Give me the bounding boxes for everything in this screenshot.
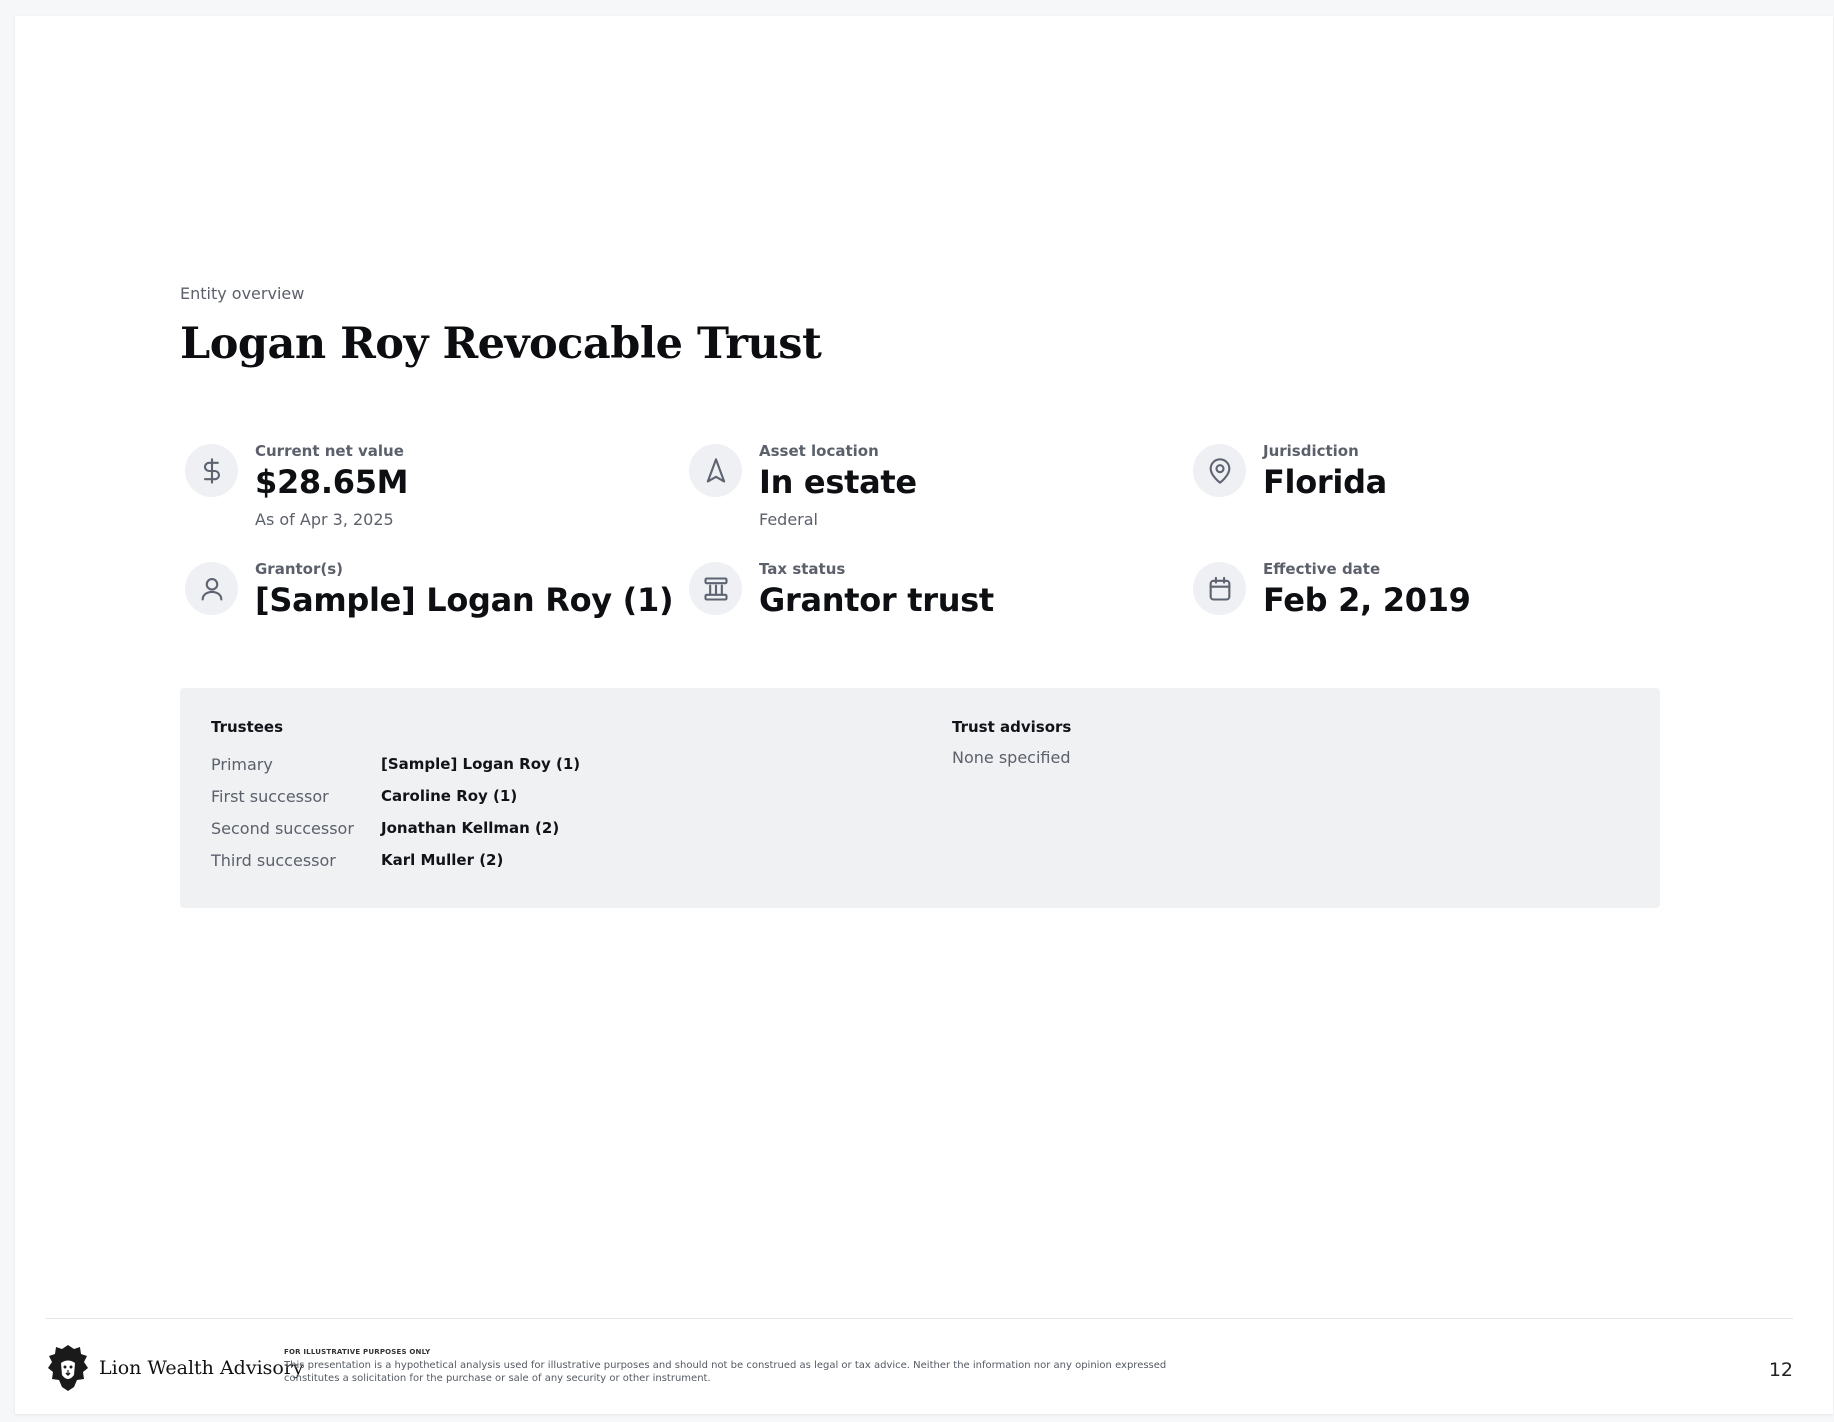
- disclaimer: FOR ILLUSTRATIVE PURPOSES ONLY This pres…: [284, 1348, 1224, 1385]
- trust-advisors-section: Trust advisors None specified: [952, 718, 1071, 767]
- stat-label: Grantor(s): [255, 560, 344, 578]
- stat-label: Jurisdiction: [1263, 442, 1359, 460]
- disclaimer-body: This presentation is a hypothetical anal…: [284, 1360, 1167, 1384]
- stat-label: Asset location: [759, 442, 879, 460]
- stat-label: Effective date: [1263, 560, 1381, 578]
- eyebrow-label: Entity overview: [180, 284, 305, 303]
- trustee-role: Primary: [211, 754, 273, 774]
- trustees-heading: Trustees: [211, 718, 284, 736]
- stat-label: Current net value: [255, 442, 404, 460]
- stat-value: In estate: [759, 463, 917, 501]
- stat-label: Tax status: [759, 560, 846, 578]
- stat-value: Feb 2, 2019: [1263, 581, 1471, 619]
- trustees-panel: Trustees Primary [Sample] Logan Roy (1) …: [180, 688, 1660, 908]
- trustee-row: Second successor Jonathan Kellman (2): [211, 812, 580, 844]
- trustee-name: [Sample] Logan Roy (1): [381, 755, 581, 773]
- trust-advisors-heading: Trust advisors: [952, 718, 1072, 736]
- dollar-icon: [185, 444, 238, 497]
- disclaimer-heading: FOR ILLUSTRATIVE PURPOSES ONLY: [284, 1348, 431, 1356]
- stat-value: [Sample] Logan Roy (1): [255, 581, 674, 619]
- stat-value: Florida: [1263, 463, 1387, 501]
- stats-grid: Current net value $28.65M As of Apr 3, 2…: [180, 442, 1690, 650]
- stat-value: $28.65M: [255, 463, 409, 501]
- slide-page: Entity overview Logan Roy Revocable Trus…: [15, 16, 1833, 1414]
- trust-advisors-value: None specified: [952, 748, 1071, 767]
- page-title: Logan Roy Revocable Trust: [180, 319, 822, 369]
- trustee-name: Karl Muller (2): [381, 851, 504, 869]
- stat-value: Grantor trust: [759, 581, 994, 619]
- stat-asset-location: Asset location In estate Federal: [684, 442, 1188, 532]
- trustee-role: First successor: [211, 786, 329, 806]
- stat-current-net-value: Current net value $28.65M As of Apr 3, 2…: [180, 442, 684, 532]
- stat-effective-date: Effective date Feb 2, 2019: [1188, 560, 1690, 650]
- map-pin-icon: [1193, 444, 1246, 497]
- bank-icon: [689, 562, 742, 615]
- page-footer: Lion Wealth Advisory FOR ILLUSTRATIVE PU…: [46, 1318, 1793, 1391]
- calendar-icon: [1193, 562, 1246, 615]
- stat-grantors: Grantor(s) [Sample] Logan Roy (1): [180, 560, 684, 650]
- brand-name: Lion Wealth Advisory: [99, 1357, 304, 1379]
- trustee-name: Caroline Roy (1): [381, 787, 518, 805]
- stat-subtext: Federal: [759, 510, 818, 529]
- stat-jurisdiction: Jurisdiction Florida: [1188, 442, 1690, 532]
- page-number: 12: [1768, 1359, 1793, 1381]
- trustee-name: Jonathan Kellman (2): [381, 819, 560, 837]
- trustee-role: Second successor: [211, 818, 354, 838]
- trustee-row: Third successor Karl Muller (2): [211, 844, 580, 876]
- user-icon: [185, 562, 238, 615]
- stat-tax-status: Tax status Grantor trust: [684, 560, 1188, 650]
- trustee-row: Primary [Sample] Logan Roy (1): [211, 748, 580, 780]
- trustee-role: Third successor: [211, 850, 336, 870]
- stat-subtext: As of Apr 3, 2025: [255, 510, 394, 529]
- lion-logo-icon: [48, 1345, 88, 1391]
- trustees-section: Trustees Primary [Sample] Logan Roy (1) …: [211, 718, 580, 876]
- entity-overview: Entity overview Logan Roy Revocable Trus…: [180, 284, 1660, 908]
- brand: Lion Wealth Advisory: [46, 1343, 304, 1393]
- navigation-arrow-icon: [689, 444, 742, 497]
- trustee-row: First successor Caroline Roy (1): [211, 780, 580, 812]
